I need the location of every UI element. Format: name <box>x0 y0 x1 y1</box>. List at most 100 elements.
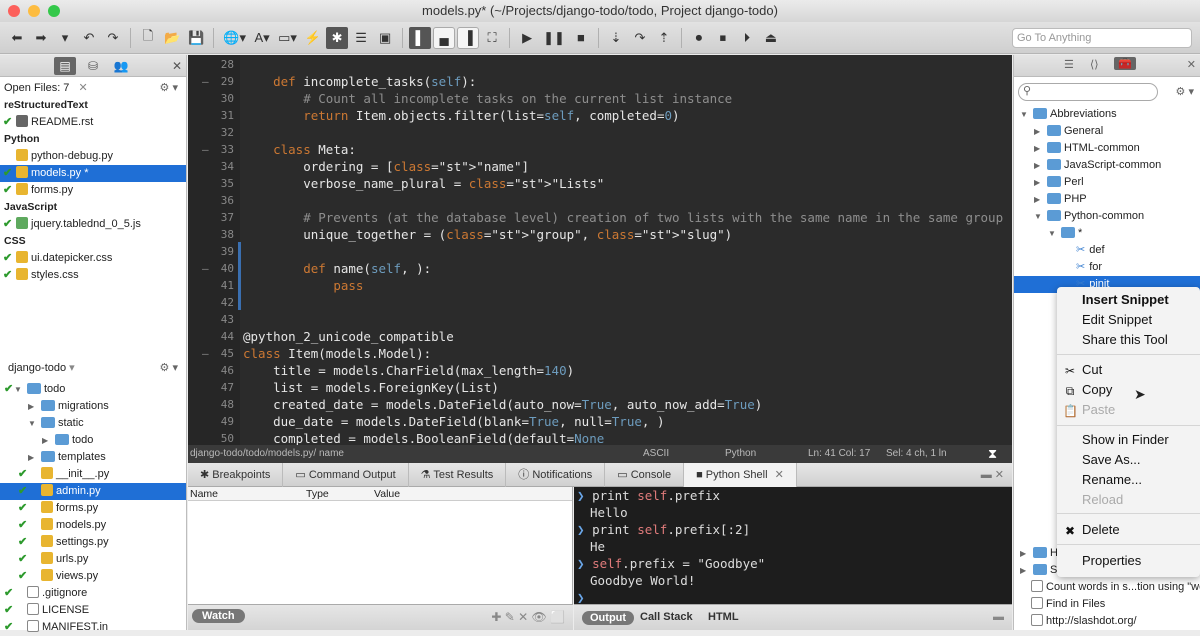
bottom-pane-toggle-icon[interactable]: ▄ <box>433 26 456 49</box>
toolbox-item[interactable]: ▶ Perl <box>1014 174 1200 191</box>
split-view-icon[interactable]: ⛶ <box>481 27 503 49</box>
toolbox-item[interactable]: http://slashdot.org/ <box>1014 613 1200 630</box>
watch-tab[interactable]: Watch <box>192 609 245 623</box>
stop-record-icon[interactable]: ⏹ <box>712 27 734 49</box>
menu-delete[interactable]: Delete <box>1082 520 1120 540</box>
play-macro-icon[interactable]: ⏵ <box>736 27 758 49</box>
code-icon[interactable]: ⟨⟩ <box>1090 58 1099 71</box>
step-out-icon[interactable]: ⇡ <box>653 27 675 49</box>
tree-item[interactable]: ✔ MANIFEST.in <box>0 619 186 636</box>
tab-call-stack[interactable]: Call Stack <box>640 611 693 623</box>
toolbox-icon[interactable]: 🧰 <box>1114 57 1136 70</box>
format-icon[interactable]: ☰ <box>350 27 372 49</box>
menu-show-in-finder[interactable]: Show in Finder <box>1082 430 1169 450</box>
open-folder-icon[interactable]: 📂 <box>161 27 183 49</box>
menu-cut[interactable]: Cut <box>1082 360 1102 380</box>
new-file-icon[interactable]: 🗋 <box>137 27 159 49</box>
lightning-icon[interactable]: ⚡ <box>302 27 324 49</box>
fullscreen-icon[interactable]: ▣ <box>374 27 396 49</box>
toolbox-item[interactable]: ▶ HTML-common <box>1014 140 1200 157</box>
step-in-icon[interactable]: ⇣ <box>605 27 627 49</box>
right-pane-toggle-icon[interactable]: ▐ <box>457 26 480 49</box>
toolbox-gear-icon[interactable]: ⚙ ▾ <box>1176 85 1194 98</box>
shell-icon[interactable]: ▬ <box>993 611 1004 623</box>
zoom-button[interactable] <box>48 5 60 17</box>
list-icon[interactable]: ☰ <box>1064 58 1074 71</box>
text-format-icon[interactable]: A▾ <box>251 27 273 49</box>
tab-output[interactable]: Output <box>582 611 635 625</box>
toolbox-item[interactable]: ▼ Python-common <box>1014 208 1200 225</box>
left-pane-toggle-icon[interactable]: ▌ <box>409 26 432 49</box>
pane-controls[interactable]: ▬ ✕ <box>981 468 1004 481</box>
watch-actions[interactable]: ✚ ✎ ✕ 👁 ⬜ <box>491 610 565 624</box>
toolbox-item[interactable]: ✂ for <box>1014 259 1200 276</box>
tree-item[interactable]: ✔ urls.py <box>0 551 186 568</box>
save-icon[interactable]: 💾 <box>185 27 207 49</box>
tree-item[interactable]: ✔ models.py <box>0 517 186 534</box>
tree-item[interactable]: ▶ todo <box>0 432 186 449</box>
tree-item[interactable]: ▼ static <box>0 415 186 432</box>
menu-share-tool[interactable]: Share this Tool <box>1082 330 1168 350</box>
menu-properties[interactable]: Properties <box>1082 551 1141 571</box>
toolbox-item[interactable]: ▶ JavaScript-common <box>1014 157 1200 174</box>
open-file-item[interactable]: ✔ styles.css <box>0 267 186 284</box>
undo-icon[interactable]: ↶ <box>78 27 100 49</box>
macro-icon[interactable]: ✱ <box>326 26 349 49</box>
menu-rename[interactable]: Rename... <box>1082 470 1142 490</box>
project-gear-icon[interactable]: ⚙ ▾ <box>160 360 178 377</box>
tree-item[interactable]: ✔ __init__.py <box>0 466 186 483</box>
go-to-anything-input[interactable]: Go To Anything <box>1012 28 1192 48</box>
forward-icon[interactable]: ➡ <box>30 27 52 49</box>
python-shell[interactable]: ❯ print self.prefix Hello ❯ print self.pre… <box>574 487 1012 604</box>
tree-item[interactable]: ✔ settings.py <box>0 534 186 551</box>
stop-icon[interactable]: ■ <box>570 27 592 49</box>
language-status[interactable]: Python <box>725 445 756 463</box>
tree-item[interactable]: ✔ views.py <box>0 568 186 585</box>
menu-insert-snippet[interactable]: Insert Snippet <box>1082 290 1169 310</box>
code-editor[interactable]: 28 29 — 30 31 32 33 — 34 35 36 37 38 39 40 — 41 42 43 44 45 —… <box>188 55 1012 445</box>
tab-breakpoints[interactable]: ✱ Breakpoints <box>188 462 284 487</box>
breadcrumb[interactable]: django-todo/todo/models.py/ name <box>190 445 344 463</box>
browser-preview-icon[interactable]: 🌐▾ <box>220 27 249 49</box>
record-icon[interactable]: ⏺ <box>688 27 710 49</box>
menu-edit-snippet[interactable]: Edit Snippet <box>1082 310 1152 330</box>
menu-copy[interactable]: Copy <box>1082 380 1112 400</box>
step-over-icon[interactable]: ↷ <box>629 27 651 49</box>
open-file-item[interactable]: ✔ jquery.tablednd_0_5.js <box>0 216 186 233</box>
tab-command-output[interactable]: ▭ Command Output <box>283 462 409 487</box>
toolbox-item[interactable]: ▼ * <box>1014 225 1200 242</box>
tree-item[interactable]: ▶ migrations <box>0 398 186 415</box>
menu-save-as[interactable]: Save As... <box>1082 450 1141 470</box>
fold-icon[interactable]: — <box>202 260 212 277</box>
close-all-icon[interactable]: ✕ <box>78 82 87 94</box>
fold-icon[interactable]: — <box>202 73 212 90</box>
encoding-status[interactable]: ASCII <box>643 445 669 463</box>
open-file-item[interactable]: ✔ ui.datepicker.css <box>0 250 186 267</box>
back-icon[interactable]: ⬅ <box>6 27 28 49</box>
toolbox-item[interactable]: Count words in s...tion using "wc" <box>1014 579 1200 596</box>
open-file-item[interactable]: python-debug.py <box>0 148 186 165</box>
close-pane-icon[interactable]: ✕ <box>172 57 182 75</box>
close-right-pane-icon[interactable]: ✕ <box>1187 58 1196 71</box>
terminal-icon[interactable]: ▭▾ <box>275 27 300 49</box>
files-tab-icon[interactable]: ▤ <box>54 56 76 75</box>
gear-icon[interactable]: ⚙ ▾ <box>160 80 178 97</box>
tree-item[interactable]: ✔▼ todo <box>0 381 186 398</box>
tab-notifications[interactable]: ⓘ Notifications <box>506 462 606 487</box>
users-tab-icon[interactable]: 👥 <box>110 57 132 75</box>
tab-test-results[interactable]: ⚗ Test Results <box>409 462 507 487</box>
open-file-item[interactable]: ✔ models.py * <box>0 165 186 182</box>
tree-item[interactable]: ✔ LICENSE <box>0 602 186 619</box>
run-icon[interactable]: ▶ <box>516 27 538 49</box>
toolbox-search[interactable]: ⚲ <box>1018 83 1158 101</box>
toolbox-item[interactable]: Find in Files <box>1014 596 1200 613</box>
fold-icon[interactable]: — <box>202 345 212 362</box>
tree-item[interactable]: ✔ .gitignore <box>0 585 186 602</box>
history-dropdown-icon[interactable]: ▾ <box>54 27 76 49</box>
toolbox-item[interactable]: ▼ Abbreviations <box>1014 106 1200 123</box>
open-file-item[interactable]: ✔ forms.py <box>0 182 186 199</box>
tree-item[interactable]: ✔ forms.py <box>0 500 186 517</box>
save-macro-icon[interactable]: ⏏ <box>760 27 782 49</box>
fold-icon[interactable]: — <box>202 141 212 158</box>
tab-html[interactable]: HTML <box>708 611 739 623</box>
